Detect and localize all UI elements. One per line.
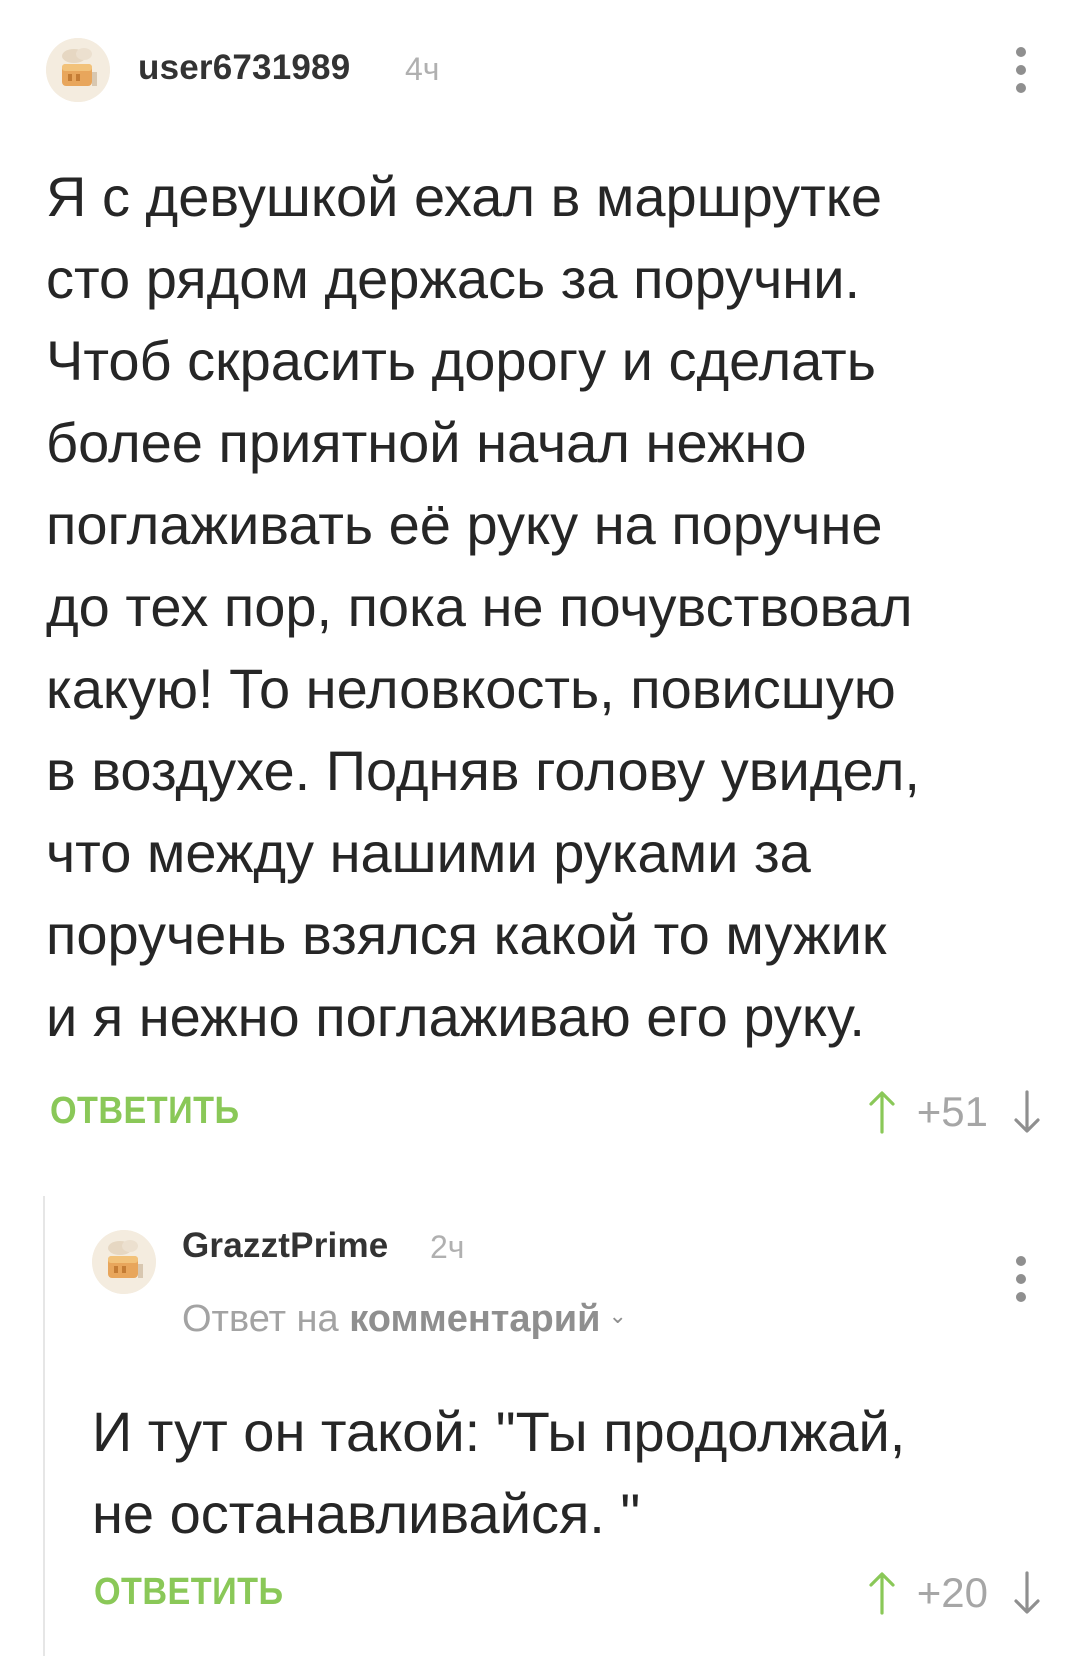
reply-to-prefix: Ответ на bbox=[182, 1298, 339, 1340]
username[interactable]: GrazztPrime bbox=[182, 1226, 388, 1266]
comment-line: не останавливайся. " bbox=[92, 1482, 641, 1545]
comment-line: поручень взялся какой то мужик bbox=[46, 903, 887, 966]
reply-button[interactable]: ОТВЕТИТЬ bbox=[50, 1090, 240, 1133]
reply-to-target[interactable]: комментарий bbox=[349, 1298, 600, 1340]
chevron-down-icon[interactable]: ⌄ bbox=[608, 1303, 626, 1328]
vote-controls: +20 bbox=[869, 1569, 1040, 1617]
comment-line: Чтоб скрасить дорогу и сделать bbox=[46, 329, 876, 392]
comment-line: до тех пор, пока не почувствовал bbox=[46, 575, 913, 638]
arrow-up-icon[interactable] bbox=[869, 1571, 895, 1615]
arrow-down-icon[interactable] bbox=[1014, 1571, 1040, 1615]
timestamp: 2ч bbox=[430, 1229, 465, 1265]
comment-line: И тут он такой: "Ты продолжай, bbox=[92, 1400, 906, 1463]
arrow-up-icon[interactable] bbox=[869, 1090, 895, 1134]
reply-button[interactable]: ОТВЕТИТЬ bbox=[94, 1571, 284, 1614]
comment-line: поглаживать её руку на поручне bbox=[46, 493, 883, 556]
comment-text: Я с девушкой ехал в маршрутке сто рядом … bbox=[46, 156, 1056, 1058]
comment: user6731989 4ч Я с девушкой ехал в маршр… bbox=[0, 0, 1080, 1135]
more-vertical-icon[interactable] bbox=[1011, 1256, 1031, 1302]
reply-comment: GrazztPrime 2ч Ответ на комментарий ⌄ И т… bbox=[0, 1180, 1080, 1656]
arrow-down-icon[interactable] bbox=[1014, 1090, 1040, 1134]
username[interactable]: user6731989 bbox=[138, 48, 350, 88]
timestamp: 4ч bbox=[405, 51, 440, 87]
avatar[interactable] bbox=[92, 1230, 156, 1294]
comment-line: в воздухе. Подняв голову увидел, bbox=[46, 739, 920, 802]
vote-controls: +51 bbox=[869, 1088, 1040, 1136]
comment-line: что между нашими руками за bbox=[46, 821, 811, 884]
rating: +51 bbox=[916, 1088, 988, 1135]
more-vertical-icon[interactable] bbox=[1011, 47, 1031, 93]
default-avatar-icon bbox=[92, 1230, 156, 1294]
comment-line: какую! То неловкость, повисшую bbox=[46, 657, 896, 720]
comment-line: сто рядом держась за поручни. bbox=[46, 247, 861, 310]
avatar[interactable] bbox=[46, 38, 110, 102]
comment-text: И тут он такой: "Ты продолжай, не остана… bbox=[92, 1391, 1052, 1555]
comment-line: и я нежно поглаживаю его руку. bbox=[46, 985, 865, 1048]
rating: +20 bbox=[916, 1569, 988, 1616]
default-avatar-icon bbox=[46, 38, 110, 102]
comment-line: Я с девушкой ехал в маршрутке bbox=[46, 165, 883, 228]
reply-to-link[interactable]: Ответ на комментарий ⌄ bbox=[182, 1298, 627, 1341]
comment-line: более приятной начал нежно bbox=[46, 411, 807, 474]
